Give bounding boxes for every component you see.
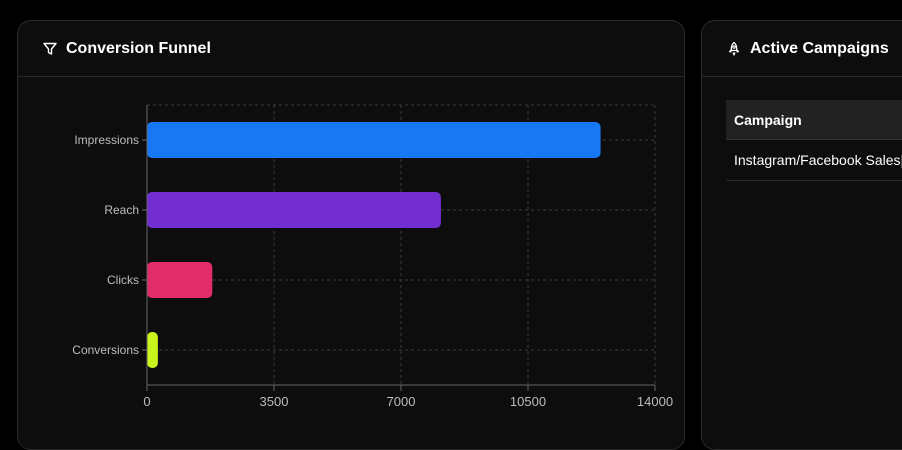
campaigns-table: Campaign Instagram/Facebook Sales|: [726, 100, 902, 181]
y-tick-label: Impressions: [74, 133, 139, 147]
bar-clicks: [147, 262, 213, 298]
card-title: Conversion Funnel: [66, 39, 211, 57]
x-tick-label: 14000: [637, 394, 673, 409]
bar-reach: [147, 192, 441, 228]
bar-conversions: [147, 332, 158, 368]
card-header: Conversion Funnel: [18, 21, 684, 77]
table-row[interactable]: Instagram/Facebook Sales|: [726, 140, 902, 181]
x-tick-label: 0: [143, 394, 150, 409]
x-tick-label: 10500: [510, 394, 546, 409]
y-tick-label: Clicks: [107, 273, 139, 287]
table-header-campaign[interactable]: Campaign: [726, 100, 902, 140]
x-tick-label: 7000: [387, 394, 416, 409]
filter-icon: [42, 41, 58, 57]
conversion-funnel-card: Conversion Funnel Impressions Reach Clicks…: [17, 20, 685, 450]
x-tick-label: 3500: [260, 394, 289, 409]
bar-impressions: [147, 122, 601, 158]
y-tick-label: Reach: [104, 203, 139, 217]
card-title: Active Campaigns: [750, 39, 889, 57]
rocket-icon: [726, 41, 742, 57]
active-campaigns-card: Active Campaigns Campaign Instagram/Face…: [701, 20, 902, 450]
funnel-chart: Impressions Reach Clicks Conversions 0 3500 70…: [72, 104, 673, 409]
y-tick-label: Conversions: [72, 343, 139, 357]
card-header: Active Campaigns: [702, 21, 902, 77]
